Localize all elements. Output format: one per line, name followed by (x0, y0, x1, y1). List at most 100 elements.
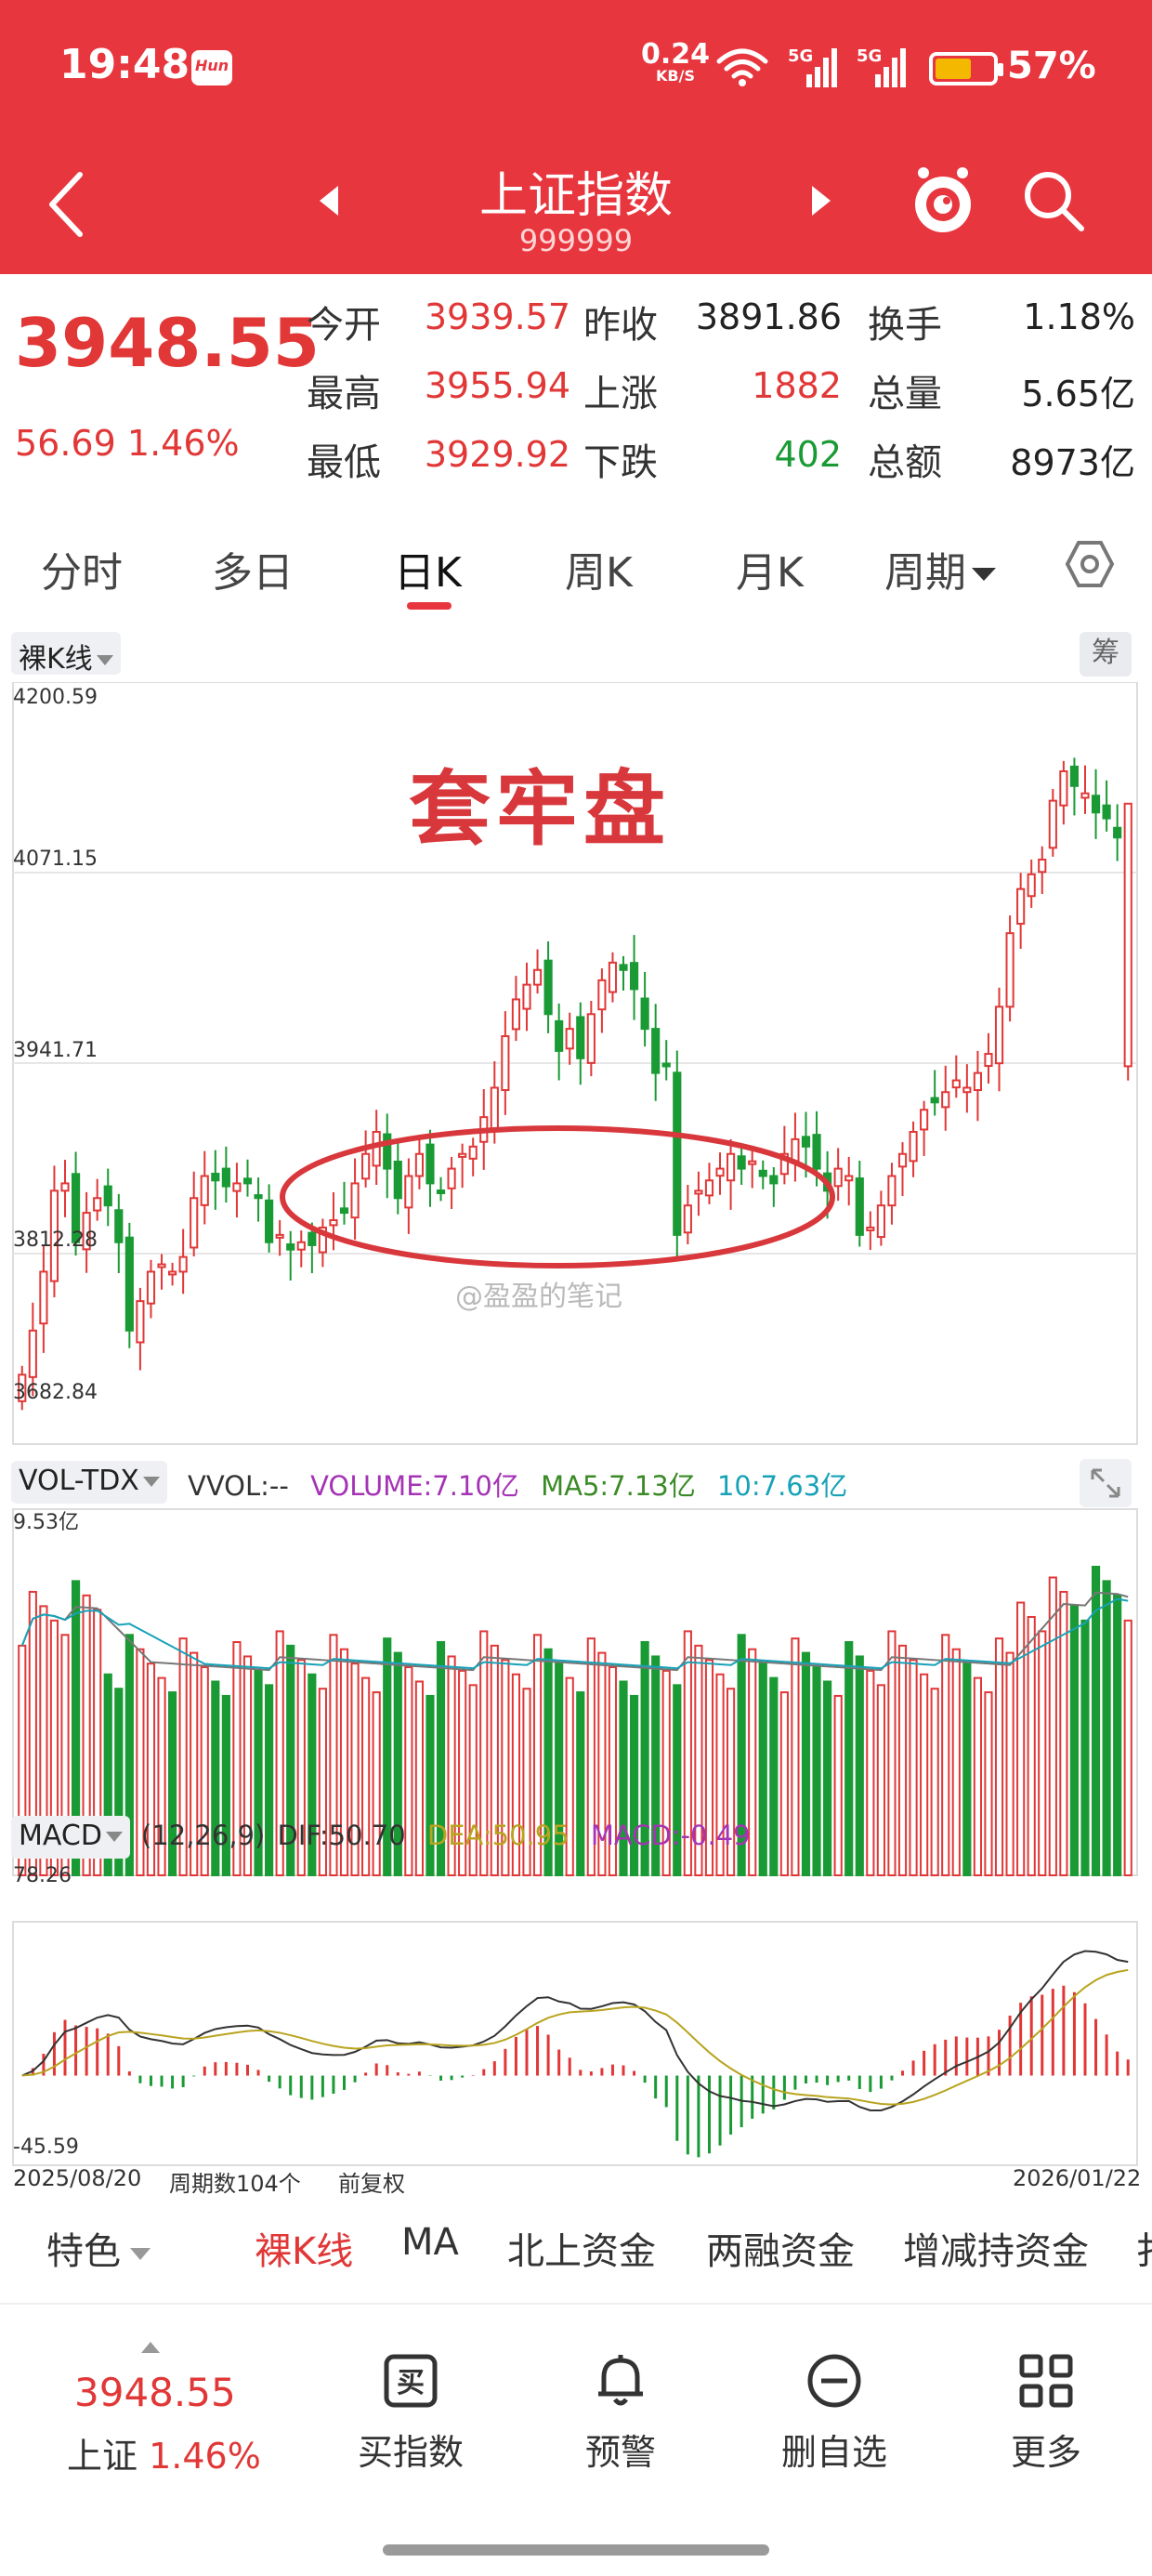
remove-watchlist-icon (807, 2354, 861, 2408)
candle (673, 1071, 682, 1236)
chart-start-date: 2025/08/20 (13, 2165, 142, 2191)
candle (114, 1209, 124, 1243)
bottom-price[interactable]: 3948.55 (74, 2370, 236, 2415)
value-prev-close: 3891.86 (695, 296, 842, 337)
candle (60, 1182, 70, 1192)
candle (661, 1062, 671, 1068)
volume-bar (1038, 1630, 1047, 1877)
label-turnover: 换手 (868, 304, 942, 347)
candle (543, 959, 553, 1016)
volume-bar (973, 1676, 982, 1876)
candle (501, 1035, 510, 1092)
candle (372, 1130, 381, 1167)
chart-period-count: 周期数104个 (169, 2171, 301, 2197)
candle (200, 1175, 209, 1206)
tab-northbound-funds[interactable]: 北上资金 (507, 2221, 656, 2275)
kline-y-tick-4: 3682.84 (13, 1381, 98, 1404)
tab-bare-kline[interactable]: 裸K线 (255, 2221, 353, 2275)
tab-more-cut[interactable]: 扌 (1135, 2221, 1152, 2275)
home-indicator[interactable] (383, 2544, 769, 2556)
tab-weekly-k[interactable]: 周K (565, 539, 633, 598)
kline-y-tick-1: 4071.15 (13, 848, 98, 871)
mascot-icon[interactable] (910, 164, 975, 238)
search-icon[interactable] (1020, 167, 1087, 234)
value-volume: 5.65亿 (1021, 374, 1135, 414)
volume-bar (823, 1680, 832, 1876)
candle (93, 1197, 102, 1212)
tab-intraday[interactable]: 分时 (41, 539, 123, 598)
volume-bar (887, 1630, 897, 1877)
candle (565, 1028, 574, 1050)
chart-annotation-title: 套牢盘 (409, 761, 672, 857)
more-button[interactable]: 更多 (962, 2351, 1130, 2475)
kline-chart[interactable] (0, 682, 1152, 2188)
volume-bar (801, 1651, 811, 1877)
candle (984, 1053, 993, 1068)
chip-distribution-button[interactable]: 筹 (1080, 632, 1132, 677)
chevron-down-icon (105, 1832, 123, 1842)
dif-value: DIF:50.70 (277, 1820, 406, 1851)
tab-period-label: 周期 (884, 549, 966, 597)
settings-hexagon-icon[interactable] (1065, 539, 1115, 589)
network-speed-unit: KB/S (656, 67, 695, 85)
quote-panel: 3948.55 56.69 1.46% 今开 3939.57 昨收 3891.86 换手… (0, 274, 1152, 502)
watermark: @盈盈的笔记 (455, 1281, 622, 1313)
candle (468, 1145, 478, 1160)
volume-bar (855, 1655, 864, 1876)
app-header: 19:48 Hun 0.24 KB/S 5G 5G 57% 上证指数 99999… (0, 0, 1152, 274)
kline-type-selector[interactable]: 裸K线 (11, 632, 121, 676)
buy-icon: 买 (384, 2354, 438, 2408)
feature-tabs: 特色 裸K线 MA 北上资金 两融资金 增减持资金 扌 (0, 2202, 1152, 2295)
candle (404, 1175, 413, 1209)
tab-featured[interactable]: 特色 (46, 2221, 151, 2275)
candle (522, 983, 531, 1010)
tab-monthly-k[interactable]: 月K (736, 539, 804, 598)
change-percent: 1.46% (126, 423, 240, 464)
label-amount: 总额 (868, 441, 942, 484)
chart-adjust-mode: 前复权 (338, 2171, 405, 2197)
label-up-count: 上涨 (583, 373, 658, 415)
chevron-down-icon (972, 568, 996, 581)
candle (694, 1189, 703, 1195)
candle (425, 1143, 435, 1185)
value-turnover: 1.18% (1023, 296, 1135, 337)
tab-ma[interactable]: MA (401, 2221, 459, 2264)
candle (532, 968, 543, 986)
volume-bar (833, 1694, 843, 1877)
chevron-down-icon (96, 655, 113, 665)
candle (157, 1263, 166, 1268)
candle (951, 1079, 961, 1089)
battery-percent: 57% (1007, 45, 1096, 87)
volume-bar (897, 1644, 908, 1876)
candle (737, 1155, 746, 1170)
volume-bar (920, 1673, 929, 1877)
candle (1113, 826, 1122, 839)
tab-period-dropdown[interactable]: 周期 (884, 539, 996, 598)
alert-button[interactable]: 预警 (537, 2351, 704, 2475)
candle (704, 1179, 714, 1197)
tab-holding-change-funds[interactable]: 增减持资金 (903, 2221, 1089, 2275)
candle (608, 961, 618, 993)
volume-bar (1080, 1619, 1090, 1877)
tab-daily-k[interactable]: 日K (394, 539, 462, 598)
candle (833, 1167, 843, 1188)
macd-indicator-selector[interactable]: MACD (11, 1816, 130, 1859)
dea-value: DEA:50.95 (426, 1820, 569, 1851)
candle (329, 1219, 338, 1227)
candle (168, 1270, 177, 1276)
expand-icon[interactable] (1080, 1459, 1132, 1507)
next-arrow-icon[interactable] (808, 184, 834, 217)
tab-multi-day[interactable]: 多日 (212, 539, 294, 598)
tab-margin-funds[interactable]: 两融资金 (706, 2221, 855, 2275)
remove-watchlist-button[interactable]: 删自选 (751, 2351, 918, 2475)
candle (748, 1160, 757, 1165)
buy-index-label: 买指数 (357, 2432, 464, 2473)
candle (597, 979, 607, 1011)
volume-indicator-selector[interactable]: VOL-TDX (11, 1461, 167, 1504)
candle (361, 1152, 371, 1180)
volume-value: VOLUME:7.10亿 (310, 1470, 519, 1502)
candle (458, 1152, 467, 1158)
buy-index-button[interactable]: 买 买指数 (327, 2351, 494, 2475)
bottom-index[interactable]: 上证 1.46% (67, 2427, 261, 2478)
candle (844, 1175, 854, 1182)
